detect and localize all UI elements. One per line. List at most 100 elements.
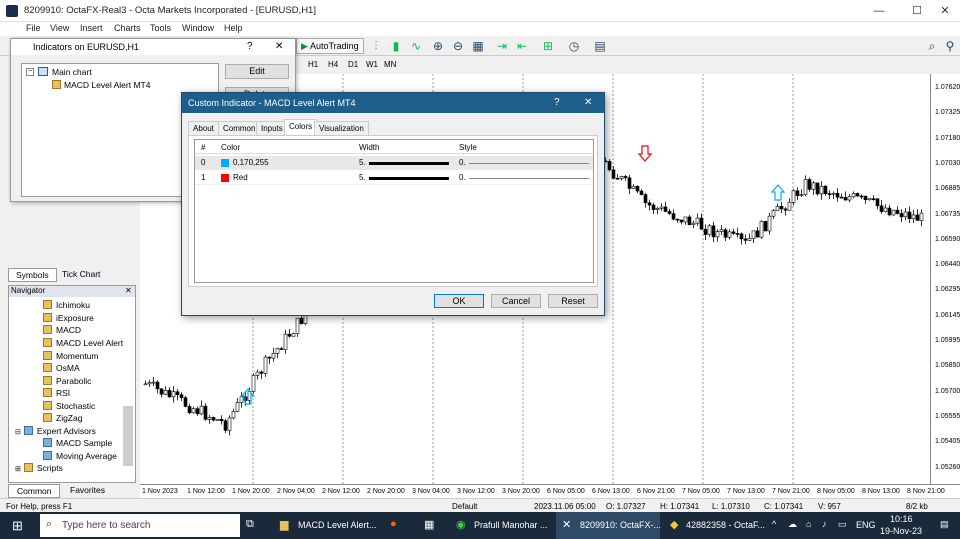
line-width[interactable]: 5.	[359, 173, 366, 182]
menu-tools[interactable]: Tools	[150, 23, 171, 33]
notifications-icon[interactable]: ▤	[940, 519, 949, 530]
candle-body	[831, 192, 836, 195]
tab-common[interactable]: Common	[8, 484, 61, 498]
task-view-icon[interactable]: ⧉	[246, 518, 254, 531]
line-chart-icon[interactable]: ∿	[408, 38, 424, 54]
col-index: #	[201, 143, 206, 152]
color-name[interactable]: Red	[233, 173, 248, 182]
clock-date[interactable]: 19-Nov-23	[880, 526, 922, 536]
taskbar-app-mt4[interactable]: 8209910: OctaFX-...	[580, 520, 661, 530]
tf-h1[interactable]: H1	[308, 60, 318, 69]
minimize-button[interactable]: —	[872, 4, 886, 18]
window-title: 8209910: OctaFX-Real3 - Octa Markets Inc…	[24, 5, 316, 16]
table-row[interactable]: 0 0,170,255 5. 0.	[195, 156, 593, 170]
nav-zigzag[interactable]: ZigZag	[43, 413, 82, 423]
periods-icon[interactable]: ◷	[566, 38, 582, 54]
candle-chart-icon[interactable]: ▮	[388, 38, 404, 54]
style-preview	[469, 178, 589, 179]
line-style[interactable]: 0.	[459, 158, 466, 167]
language-indicator[interactable]: ENG	[856, 520, 876, 530]
navigator-scrollbar[interactable]	[123, 406, 133, 466]
nav-macd-sample[interactable]: MACD Sample	[43, 438, 112, 448]
menu-window[interactable]: Window	[182, 23, 214, 33]
cancel-button[interactable]: Cancel	[491, 294, 541, 308]
tab-colors[interactable]: Colors	[284, 119, 318, 135]
candle-body	[731, 231, 736, 234]
firefox-icon[interactable]: ●	[390, 518, 397, 530]
nav-momentum[interactable]: Momentum	[43, 351, 99, 361]
tab-about[interactable]: About	[188, 121, 219, 135]
zoom-in-icon[interactable]: ⊕	[430, 38, 446, 54]
sell-arrow-icon	[637, 145, 653, 162]
candle-body	[707, 225, 712, 235]
nav-macd-level-alert[interactable]: MACD Level Alert	[43, 338, 123, 348]
tf-d1[interactable]: D1	[348, 60, 358, 69]
tray-app-icon[interactable]: ☁	[788, 519, 797, 530]
tab-favorites[interactable]: Favorites	[64, 484, 111, 496]
nav-iexposure[interactable]: iExposure	[43, 313, 94, 323]
tree-collapse-icon[interactable]: −	[26, 68, 34, 76]
color-name[interactable]: 0,170,255	[233, 158, 269, 167]
table-row[interactable]: 1 Red 5. 0.	[195, 171, 593, 185]
col-color: Color	[221, 143, 241, 152]
taskbar-app-mt5[interactable]: 42882358 - OctaF...	[686, 520, 765, 530]
nav-rsi[interactable]: RSI	[43, 388, 70, 398]
tab-tick-chart[interactable]: Tick Chart	[56, 268, 106, 280]
maximize-button[interactable]: ☐	[910, 4, 924, 18]
templates-icon[interactable]: ▤	[592, 38, 608, 54]
clock-time[interactable]: 10:16	[890, 514, 913, 524]
tile-windows-icon[interactable]: ▦	[470, 38, 486, 54]
tray-volume-icon[interactable]: ♪	[822, 519, 827, 529]
navigator-close-button[interactable]: ✕	[125, 286, 132, 295]
indicators-icon[interactable]: ⊞	[540, 38, 556, 54]
tray-chevron-icon[interactable]: ^	[772, 519, 776, 529]
nav-osma[interactable]: OsMA	[43, 363, 80, 373]
tree-macd-level-alert[interactable]: MACD Level Alert MT4	[64, 80, 150, 90]
tf-h4[interactable]: H4	[328, 60, 338, 69]
bar-chart-icon[interactable]: ⫶	[368, 38, 384, 54]
tf-mn[interactable]: MN	[384, 60, 396, 69]
signals-icon[interactable]: ⚲	[942, 38, 958, 54]
tree-main-chart[interactable]: Main chart	[52, 67, 92, 77]
autotrading-button[interactable]: ▶ AutoTrading	[296, 38, 364, 54]
indicators-close-button[interactable]: ✕	[275, 41, 283, 52]
line-style[interactable]: 0.	[459, 173, 466, 182]
taskbar-app-chrome[interactable]: Prafull Manohar ...	[474, 520, 548, 530]
media-icon[interactable]: ▦	[424, 518, 434, 531]
nav-moving-average[interactable]: Moving Average	[43, 451, 117, 461]
edit-button[interactable]: Edit	[225, 64, 289, 79]
nav-expert-advisors[interactable]: ⊟ Expert Advisors	[15, 426, 96, 436]
search-icon[interactable]: ⌕	[924, 38, 940, 54]
menu-view[interactable]: View	[50, 23, 69, 33]
nav-scripts[interactable]: ⊞ Scripts	[15, 463, 63, 473]
tray-battery-icon[interactable]: ▭	[838, 519, 847, 530]
nav-ichimoku[interactable]: Ichimoku	[43, 300, 90, 310]
menu-insert[interactable]: Insert	[80, 23, 103, 33]
chart-shift-icon[interactable]: ⇤	[514, 38, 530, 54]
tab-common-settings[interactable]: Common	[218, 121, 261, 135]
menu-file[interactable]: File	[26, 23, 41, 33]
ok-button[interactable]: OK	[434, 294, 484, 308]
zoom-out-icon[interactable]: ⊖	[450, 38, 466, 54]
reset-button[interactable]: Reset	[548, 294, 598, 308]
menu-charts[interactable]: Charts	[114, 23, 141, 33]
menu-help[interactable]: Help	[224, 23, 243, 33]
taskbar-app-explorer[interactable]: MACD Level Alert...	[298, 520, 377, 530]
nav-macd[interactable]: MACD	[43, 325, 81, 335]
tab-visualization[interactable]: Visualization	[314, 121, 369, 135]
tab-symbols[interactable]: Symbols	[8, 268, 57, 282]
close-button[interactable]: ✕	[938, 4, 952, 18]
windows-start-icon[interactable]: ⊞	[12, 518, 23, 534]
time-label: 8 Nov 21:00	[907, 488, 945, 495]
dialog-help-button[interactable]: ?	[554, 97, 560, 108]
tf-w1[interactable]: W1	[366, 60, 378, 69]
auto-scroll-icon[interactable]: ⇥	[494, 38, 510, 54]
tray-network-icon[interactable]: ⌂	[806, 519, 811, 529]
taskbar-search[interactable]: ⌕ Type here to search	[40, 514, 240, 537]
indicators-help-button[interactable]: ?	[247, 41, 253, 52]
nav-stochastic[interactable]: Stochastic	[43, 401, 95, 411]
candle-body	[835, 192, 840, 198]
dialog-close-button[interactable]: ✕	[584, 97, 592, 108]
line-width[interactable]: 5.	[359, 158, 366, 167]
nav-parabolic[interactable]: Parabolic	[43, 376, 91, 386]
